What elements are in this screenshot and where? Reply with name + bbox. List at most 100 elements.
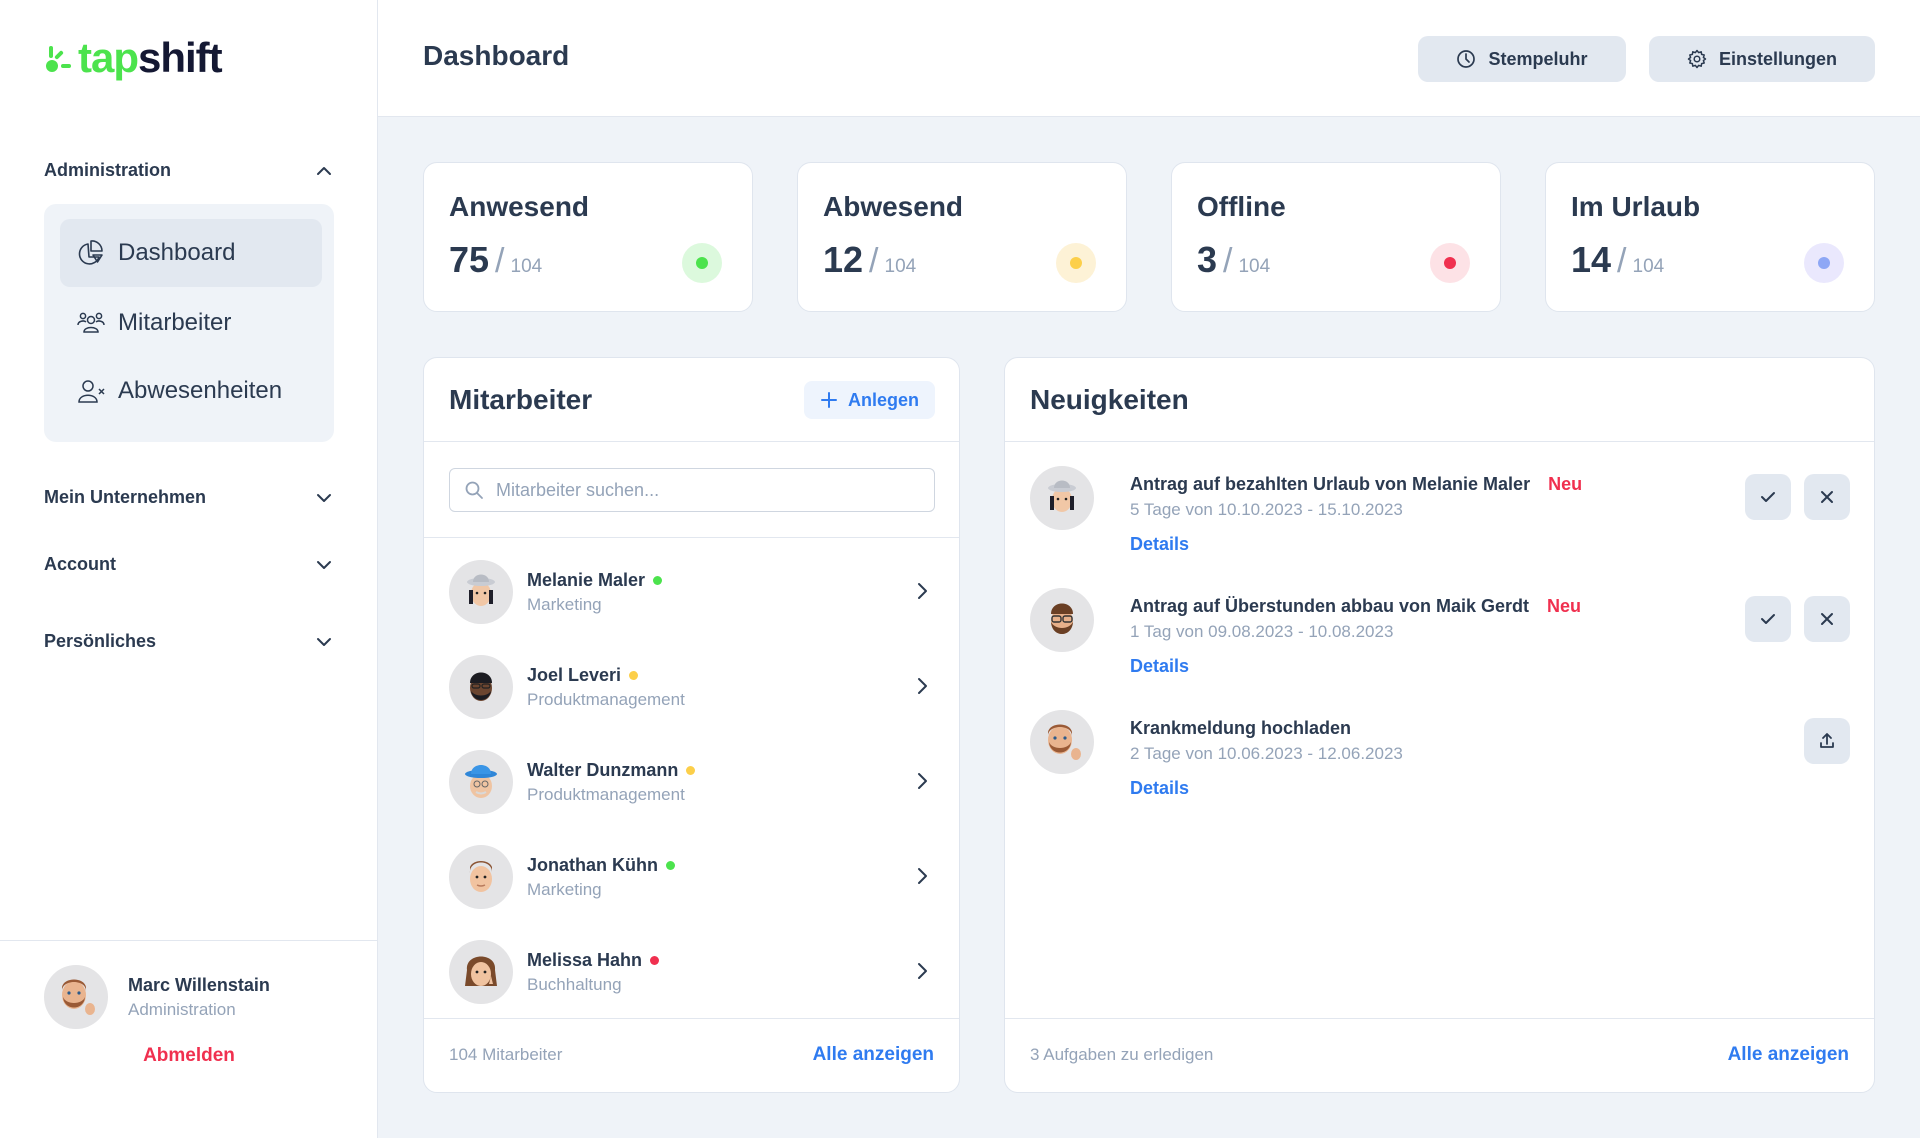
stat-separator: /	[495, 242, 505, 280]
logo-text-shift: shift	[138, 34, 223, 81]
sidebar-footer: Marc Willenstain Administration Abmelden	[0, 940, 378, 1138]
stat-card-offline[interactable]: Offline 3/104	[1171, 162, 1501, 312]
status-indicator-icon	[1056, 243, 1096, 283]
employee-department: Buchhaltung	[527, 974, 622, 994]
stat-value: 3	[1197, 239, 1218, 280]
stat-card-abwesend[interactable]: Abwesend 12/104	[797, 162, 1127, 312]
user-name: Marc Willenstain	[128, 974, 270, 995]
avatar	[1030, 710, 1094, 774]
search-icon	[465, 481, 483, 499]
chevron-right-icon	[918, 678, 927, 694]
upload-icon	[1820, 733, 1834, 748]
stat-total: 104	[884, 256, 917, 277]
users-icon	[77, 312, 105, 333]
nav-group-label: Account	[44, 554, 116, 574]
status-dot-icon	[686, 765, 696, 775]
tasks-count: 3 Aufgaben zu erledigen	[1030, 1045, 1214, 1064]
avatar	[449, 940, 513, 1004]
status-indicator-icon	[1430, 243, 1470, 283]
list-item[interactable]: Walter Dunzmann Produktmanagement	[424, 735, 959, 829]
employee-name: Melanie Maler	[527, 569, 646, 590]
sidebar-item-abwesenheiten[interactable]: Abwesenheiten	[60, 357, 322, 425]
stat-total: 104	[1632, 256, 1665, 277]
upload-button[interactable]	[1804, 718, 1850, 764]
news-panel: Neuigkeiten Antrag auf bezahlten Urlaub …	[1004, 357, 1875, 1093]
stat-total: 104	[510, 256, 543, 277]
approve-button[interactable]	[1745, 596, 1791, 642]
status-dot-icon	[653, 575, 663, 585]
nav-group-label: Persönliches	[44, 631, 157, 651]
new-badge: Neu	[1547, 596, 1582, 616]
nav-group-label: Mein Unternehmen	[44, 487, 207, 507]
nav-group-persoenliches[interactable]: Persönliches	[44, 631, 334, 652]
memoji-avatar-icon	[465, 956, 497, 986]
status-indicator-icon	[1804, 243, 1844, 283]
chevron-down-icon	[317, 560, 331, 569]
sidebar-item-dashboard[interactable]: Dashboard	[60, 219, 322, 287]
avatar	[449, 655, 513, 719]
avatar	[1030, 466, 1094, 530]
news-item: Antrag auf Überstunden abbau von Maik Ge…	[1030, 588, 1850, 698]
add-employee-button[interactable]: Anlegen	[803, 381, 935, 419]
employee-name: Joel Leveri	[527, 664, 622, 685]
show-all-employees-link[interactable]: Alle anzeigen	[813, 1044, 934, 1066]
chevron-right-icon	[918, 773, 927, 789]
reject-button[interactable]	[1804, 596, 1850, 642]
stat-card-anwesend[interactable]: Anwesend 75/104	[423, 162, 753, 312]
nav-group-administration[interactable]: Administration	[44, 160, 334, 181]
current-user[interactable]: Marc Willenstain Administration	[44, 965, 270, 1029]
stat-card-im-urlaub[interactable]: Im Urlaub 14/104	[1545, 162, 1875, 312]
memoji-avatar-icon	[469, 861, 493, 892]
news-subtitle: 2 Tage von 10.06.2023 - 12.06.2023	[1130, 744, 1403, 763]
logout-button[interactable]: Abmelden	[0, 1045, 378, 1067]
nav-group-account[interactable]: Account	[44, 554, 334, 575]
status-dot-icon	[629, 670, 639, 680]
news-subtitle: 5 Tage von 10.10.2023 - 15.10.2023	[1130, 500, 1403, 519]
search-input[interactable]	[496, 479, 916, 501]
employee-search[interactable]	[449, 468, 935, 512]
list-item[interactable]: Melanie Maler Marketing	[424, 545, 959, 639]
sidebar-item-label: Abwesenheiten	[118, 377, 283, 404]
stat-label: Anwesend	[449, 191, 590, 222]
chevron-right-icon	[918, 868, 927, 884]
news-subtitle: 1 Tag von 09.08.2023 - 10.08.2023	[1130, 622, 1394, 641]
show-all-news-link[interactable]: Alle anzeigen	[1728, 1044, 1849, 1066]
chevron-right-icon	[918, 583, 927, 599]
avatar	[449, 845, 513, 909]
stempeluhr-button[interactable]: Stempeluhr	[1418, 36, 1626, 82]
stat-label: Offline	[1197, 191, 1286, 222]
stat-value: 14	[1571, 239, 1612, 280]
stat-separator: /	[1223, 242, 1233, 280]
einstellungen-button[interactable]: Einstellungen	[1649, 36, 1875, 82]
list-item[interactable]: Jonathan Kühn Marketing	[424, 830, 959, 924]
memoji-avatar-icon	[1048, 724, 1081, 760]
details-link[interactable]: Details	[1130, 656, 1189, 677]
reject-button[interactable]	[1804, 474, 1850, 520]
employees-panel: Mitarbeiter Anlegen Melanie Maler Market…	[423, 357, 960, 1093]
new-badge: Neu	[1548, 474, 1583, 494]
sidebar-item-label: Dashboard	[118, 239, 236, 266]
logo-mark-icon	[46, 46, 71, 72]
page-title: Dashboard	[423, 40, 570, 71]
administration-submenu: Dashboard Mitarbeiter Abwesenheiten	[44, 204, 334, 442]
employee-count: 104 Mitarbeiter	[449, 1045, 563, 1064]
einstellungen-label: Einstellungen	[1718, 48, 1837, 69]
gear-icon	[1687, 49, 1707, 69]
stat-separator: /	[1617, 242, 1627, 280]
chevron-right-icon	[918, 963, 927, 979]
stat-value: 75	[449, 239, 490, 280]
stat-value: 12	[823, 239, 864, 280]
list-item[interactable]: Joel Leveri Produktmanagement	[424, 640, 959, 734]
plus-icon	[820, 392, 837, 408]
details-link[interactable]: Details	[1130, 778, 1189, 799]
nav-group-mein-unternehmen[interactable]: Mein Unternehmen	[44, 487, 334, 508]
avatar	[449, 750, 513, 814]
sidebar-item-mitarbeiter[interactable]: Mitarbeiter	[60, 289, 322, 357]
tapshift-logo[interactable]: tap shift	[44, 34, 223, 81]
details-link[interactable]: Details	[1130, 534, 1189, 555]
avatar	[1030, 588, 1094, 652]
approve-button[interactable]	[1745, 474, 1791, 520]
list-item[interactable]: Melissa Hahn Buchhaltung	[424, 925, 959, 1019]
panel-title: Neuigkeiten	[1030, 384, 1189, 415]
employee-name: Walter Dunzmann	[527, 759, 679, 780]
